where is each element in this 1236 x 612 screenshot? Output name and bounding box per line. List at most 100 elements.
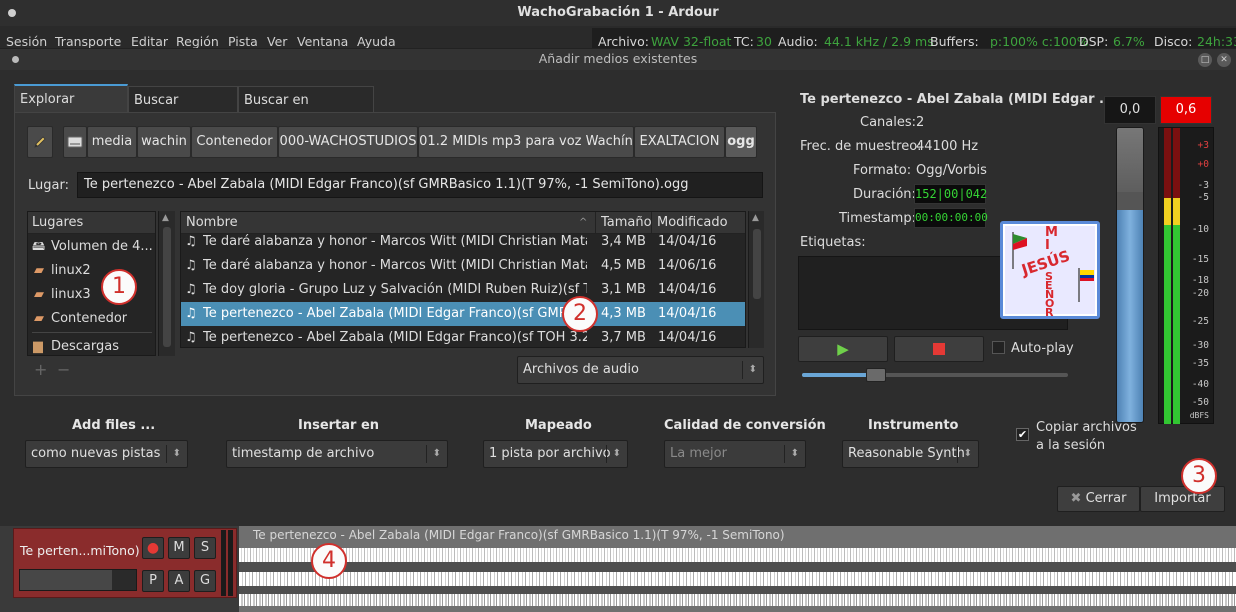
solo-button[interactable]: S (194, 537, 216, 559)
breadcrumb-contenedor[interactable]: Contenedor (191, 126, 278, 158)
breadcrumb-root-drive[interactable] (63, 126, 87, 158)
gain-fader[interactable] (1116, 127, 1144, 423)
status-archivo-label: Archivo: (598, 34, 649, 48)
music-note-icon: ♫ (185, 282, 197, 297)
audio-region[interactable]: Te pertenezco - Abel Zabala (MIDI Edgar … (239, 526, 1236, 612)
breadcrumb-media[interactable]: media (87, 126, 137, 158)
place-item-volume[interactable]: 🖴 Volumen de 4... (28, 235, 155, 259)
right-peak-display[interactable]: 0,6 (1160, 96, 1212, 124)
file-type-filter-select[interactable]: Archivos de audio ⬍ (517, 356, 764, 384)
copy-files-checkbox[interactable]: ✔ (1016, 428, 1029, 441)
place-item-linux2[interactable]: ▰ linux2 (28, 259, 155, 283)
stop-preview-button[interactable] (894, 336, 984, 362)
file-row-selected[interactable]: ♫ Te pertenezco - Abel Zabala (MIDI Edga… (181, 302, 745, 326)
menu-pista[interactable]: Pista (228, 34, 258, 48)
column-modificado-label: Modificado (657, 215, 728, 230)
scroll-up-icon[interactable]: ▲ (162, 213, 169, 223)
seek-slider[interactable] (802, 368, 1068, 382)
close-button[interactable]: ✖ Cerrar (1057, 486, 1140, 512)
window-menu-icon[interactable] (8, 9, 16, 17)
add-files-select[interactable]: como nuevas pistas ⬍ (25, 440, 188, 468)
file-size: 4,3 MB (601, 306, 646, 321)
instrument-select[interactable]: Reasonable Synth ⬍ (842, 440, 979, 468)
breadcrumb-ogg[interactable]: ogg (725, 126, 757, 158)
automation-button[interactable]: A (168, 570, 190, 592)
track-gain-slider[interactable] (19, 569, 137, 591)
playlist-button[interactable]: P (142, 570, 164, 592)
menu-transporte[interactable]: Transporte (55, 34, 121, 48)
status-disco-label: Disco: (1154, 34, 1193, 48)
music-note-icon: ♫ (185, 330, 197, 345)
menu-editar[interactable]: Editar (131, 34, 168, 48)
meter-tick: -5 (1197, 192, 1209, 203)
close-window-icon[interactable]: ✕ (1217, 53, 1231, 67)
play-preview-button[interactable]: ▶ (798, 336, 888, 362)
copy-files-label-line1: Copiar archivos (1036, 420, 1137, 435)
meter-level-left (1164, 198, 1171, 424)
place-label: Descargas (51, 339, 120, 354)
mapping-value: 1 pista por archivo (489, 446, 611, 461)
scrollbar-thumb[interactable] (163, 227, 171, 347)
meter-unit: dBFS (1189, 411, 1209, 420)
autoplay-label: Auto-play (1011, 341, 1074, 356)
record-arm-button[interactable]: ● (142, 537, 164, 559)
insert-at-select[interactable]: timestamp de archivo ⬍ (226, 440, 448, 468)
add-place-button[interactable]: + (34, 360, 47, 379)
file-row[interactable]: ♫ Te doy gloria - Grupo Luz y Salvación … (181, 278, 745, 302)
menu-ventana[interactable]: Ventana (297, 34, 348, 48)
files-scrollbar[interactable]: ▲ (748, 211, 764, 348)
file-row[interactable]: ♫ Te pertenezco - Abel Zabala (MIDI Edga… (181, 326, 745, 347)
usb-drive-icon: ▰ (34, 287, 44, 302)
file-name: Te daré alabanza y honor - Marcos Witt (… (203, 258, 587, 273)
stop-icon (933, 343, 945, 355)
place-item-descargas[interactable]: ▆ Descargas (28, 335, 155, 355)
annotation-badge-4: 4 (311, 543, 347, 579)
scroll-up-icon[interactable]: ▲ (752, 213, 759, 223)
meter-tick: +3 (1197, 140, 1209, 151)
file-row[interactable]: ♫ Te daré alabanza y honor - Marcos Witt… (181, 254, 745, 278)
breadcrumb-wachin[interactable]: wachin (137, 126, 191, 158)
mapping-select[interactable]: 1 pista por archivo ⬍ (483, 440, 628, 468)
tab-buscar-freesound[interactable]: Buscar en Freesound (238, 86, 374, 136)
import-button[interactable]: Importar (1140, 486, 1225, 512)
place-label: linux2 (51, 263, 91, 278)
maximize-icon[interactable]: □ (1198, 53, 1212, 67)
group-button[interactable]: G (194, 570, 216, 592)
menu-sesion[interactable]: Sesión (6, 34, 47, 48)
file-info-title: Te pertenezco - Abel Zabala (MIDI Edgar … (800, 92, 1114, 107)
track-name[interactable]: Te perten...miTono) (20, 543, 140, 558)
location-label: Lugar: (28, 178, 69, 193)
remove-place-button[interactable]: − (57, 360, 70, 379)
edit-path-button[interactable] (27, 126, 53, 158)
music-note-icon: ♫ (185, 306, 197, 321)
menu-ver[interactable]: Ver (267, 34, 287, 48)
close-button-label: Cerrar (1085, 491, 1127, 506)
autoplay-checkbox[interactable] (992, 341, 1005, 354)
left-peak-display[interactable]: 0,0 (1104, 96, 1156, 124)
status-tc-label: TC: (734, 34, 754, 48)
mute-button[interactable]: M (168, 537, 190, 559)
quality-select[interactable]: La mejor ⬍ (664, 440, 806, 468)
dialog-menu-icon[interactable] (12, 56, 19, 63)
channels-label: Canales: (860, 115, 917, 130)
breadcrumb-midis-folder[interactable]: 01.2 MIDIs mp3 para voz Wachín (418, 126, 634, 158)
breadcrumb-exaltacion[interactable]: EXALTACION (634, 126, 725, 158)
place-item-contenedor[interactable]: ▰ Contenedor (28, 307, 155, 331)
seek-handle[interactable] (866, 368, 887, 382)
menu-region[interactable]: Región (176, 34, 219, 48)
copy-files-label-line2: a la sesión (1036, 438, 1106, 453)
menu-ayuda[interactable]: Ayuda (357, 34, 396, 48)
file-name: Te doy gloria - Grupo Luz y Salvación (M… (203, 282, 587, 297)
location-input[interactable]: Te pertenezco - Abel Zabala (MIDI Edgar … (77, 172, 763, 198)
breadcrumb-wachostudios[interactable]: 000-WACHOSTUDIOS (278, 126, 418, 158)
places-scrollbar[interactable]: ▲ (158, 211, 175, 356)
tab-explorar-archivos[interactable]: Explorar archivos (14, 84, 128, 135)
scrollbar-thumb[interactable] (753, 229, 761, 299)
folder-icon: ▆ (33, 339, 43, 354)
tab-buscar-etiquetas[interactable]: Buscar etiquetas (128, 86, 238, 136)
place-label: Contenedor (51, 311, 128, 326)
status-dsp-label: DSP: (1079, 34, 1109, 48)
add-files-value: como nuevas pistas (31, 446, 161, 461)
track-header[interactable]: Te perten...miTono) ● M S P A G (13, 528, 237, 598)
spinner-arrows-icon: ⬍ (172, 448, 181, 459)
